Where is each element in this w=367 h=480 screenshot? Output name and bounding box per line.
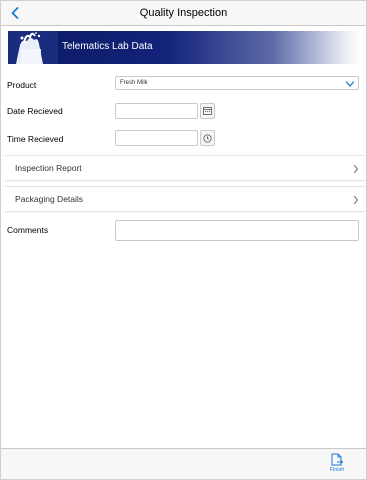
- navigation-bar: Quality Inspection: [1, 1, 366, 26]
- product-select-value: Fresh Milk: [120, 80, 148, 86]
- banner: Telematics Lab Data: [8, 31, 360, 64]
- inspection-report-row[interactable]: Inspection Report: [5, 155, 365, 181]
- chevron-right-icon: [353, 164, 359, 174]
- date-received-field[interactable]: [115, 103, 198, 119]
- calendar-icon: [203, 107, 212, 115]
- finish-button[interactable]: Finish: [326, 453, 348, 477]
- product-label: Product: [7, 80, 37, 90]
- comments-field[interactable]: [115, 220, 359, 241]
- comments-label: Comments: [7, 225, 49, 235]
- finish-document-icon: [331, 453, 343, 466]
- packaging-details-label: Packaging Details: [15, 194, 84, 204]
- time-picker-button[interactable]: [200, 130, 215, 146]
- chevron-down-icon: [345, 81, 355, 87]
- time-received-field[interactable]: [115, 130, 198, 146]
- clock-icon: [203, 133, 212, 143]
- banner-title: Telematics Lab Data: [62, 41, 153, 52]
- chevron-right-icon: [353, 195, 359, 205]
- date-received-label: Date Recieved: [7, 106, 63, 116]
- page-title: Quality Inspection: [139, 7, 228, 19]
- chevron-left-icon: [11, 7, 19, 19]
- bottom-toolbar: Finish: [1, 448, 366, 479]
- packaging-details-row[interactable]: Packaging Details: [5, 186, 365, 212]
- product-select[interactable]: Fresh Milk: [115, 76, 359, 90]
- milk-splash-image: [8, 31, 58, 64]
- time-received-label: Time Recieved: [7, 134, 64, 144]
- inspection-report-label: Inspection Report: [15, 163, 82, 173]
- back-button[interactable]: [7, 4, 23, 22]
- calendar-button[interactable]: [200, 103, 215, 119]
- finish-label: Finish: [329, 467, 345, 473]
